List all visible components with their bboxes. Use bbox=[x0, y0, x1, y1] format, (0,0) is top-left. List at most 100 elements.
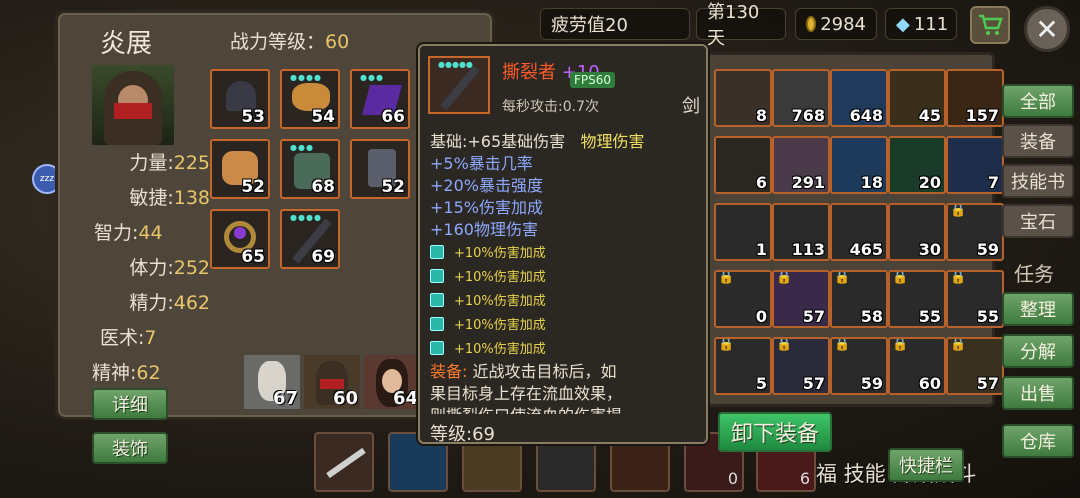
inventory-slot[interactable]: 157 bbox=[946, 69, 1004, 127]
diamond-icon: ◆ bbox=[896, 13, 910, 35]
inventory-slot[interactable]: 🔒 55 bbox=[946, 270, 1004, 328]
decompose-button[interactable]: 分解 bbox=[1002, 334, 1074, 368]
stat-medicine: 医术:7 bbox=[100, 327, 157, 349]
slot-count: 5 bbox=[755, 374, 767, 393]
party-member-2[interactable]: 60 bbox=[304, 355, 360, 409]
inventory-slot[interactable]: 🔒 58 bbox=[830, 270, 888, 328]
equip-slot-boots[interactable]: 52 bbox=[350, 139, 410, 199]
filter-gem-button[interactable]: 宝石 bbox=[1002, 204, 1074, 238]
slot-count: 30 bbox=[918, 240, 941, 259]
inventory-slot[interactable]: 18 bbox=[830, 136, 888, 194]
equip-effect-line-3: 则撕裂伤口使流血的伤害提 bbox=[430, 402, 622, 414]
inventory-slot[interactable]: 🔒 60 bbox=[888, 337, 946, 395]
lock-icon: 🔒 bbox=[892, 270, 909, 285]
inventory-slot[interactable]: 7 bbox=[946, 136, 1004, 194]
stat-spirit: 精神:62 bbox=[92, 362, 161, 384]
slot-count: 58 bbox=[860, 307, 883, 326]
unequip-button[interactable]: 卸下装备 bbox=[718, 412, 832, 452]
detail-button[interactable]: 详细 bbox=[92, 388, 168, 420]
equip-slot-cape[interactable]: ●●● 66 bbox=[350, 69, 410, 129]
stat-strength: 力量:225 bbox=[129, 152, 210, 174]
inventory-slot[interactable]: 648 bbox=[830, 69, 888, 127]
weapon-type: 剑 bbox=[682, 96, 700, 117]
inventory-slot[interactable]: 20 bbox=[888, 136, 946, 194]
gem-icon bbox=[430, 341, 444, 355]
slot-count: 59 bbox=[976, 240, 999, 259]
equip-slot-gloves[interactable]: 52 bbox=[210, 139, 270, 199]
gem-icon bbox=[430, 293, 444, 307]
stat-damage-bonus: +15%伤害加成 bbox=[430, 198, 543, 217]
stat-crit-strength: +20%暴击强度 bbox=[430, 176, 543, 195]
day-label: 第130天 bbox=[707, 2, 760, 49]
inventory-slot[interactable]: 🔒 57 bbox=[772, 270, 830, 328]
slot-count: 157 bbox=[965, 106, 999, 125]
item-tooltip: ●●●●● 撕裂者 +10 FPS60 每秒攻击:0.7次 剑 基础:+65基础… bbox=[418, 44, 708, 444]
inventory-slot[interactable]: 1 bbox=[714, 203, 772, 261]
equip-slot-armor[interactable]: ●●● 68 bbox=[280, 139, 340, 199]
attack-speed: 每秒攻击:0.7次 bbox=[502, 99, 599, 115]
slot-count: 57 bbox=[802, 374, 825, 393]
slot-count: 57 bbox=[976, 374, 999, 393]
diamond-display: ◆ 111 bbox=[885, 8, 957, 40]
party-member-3[interactable]: 64 bbox=[364, 355, 420, 409]
shop-cart-button[interactable] bbox=[970, 6, 1010, 44]
equip-slot-ring[interactable]: 65 bbox=[210, 209, 270, 269]
slot-count: 6 bbox=[755, 173, 767, 192]
inventory-slot[interactable]: 113 bbox=[772, 203, 830, 261]
lock-icon: 🔒 bbox=[776, 337, 793, 352]
fatigue-label: 疲劳值20 bbox=[551, 15, 628, 36]
lock-icon: 🔒 bbox=[776, 270, 793, 285]
gold-display: 2984 bbox=[795, 8, 877, 40]
slot-count: 18 bbox=[860, 173, 883, 192]
tooltip-item-icon: ●●●●● bbox=[428, 56, 490, 114]
inventory-slot[interactable]: 30 bbox=[888, 203, 946, 261]
stat-agility: 敏捷:138 bbox=[129, 187, 210, 209]
diamond-amount: 111 bbox=[913, 13, 949, 35]
gem-icon bbox=[430, 245, 444, 259]
slot-count: 1 bbox=[755, 240, 767, 259]
equip-slot-necklace[interactable]: ●●●● 54 bbox=[280, 69, 340, 129]
inventory-slot[interactable]: 🔒 5 bbox=[714, 337, 772, 395]
inventory-slot[interactable]: 🔒 55 bbox=[888, 270, 946, 328]
inventory-slot[interactable]: 465 bbox=[830, 203, 888, 261]
slot-count: 768 bbox=[791, 106, 825, 125]
gem-affix: +10%伤害加成 bbox=[430, 338, 546, 357]
equip-slot-weapon[interactable]: ●●●● 69 bbox=[280, 209, 340, 269]
base-damage: 基础:+65基础伤害 物理伤害 bbox=[430, 132, 645, 151]
warehouse-button[interactable]: 仓库 bbox=[1002, 424, 1074, 458]
filter-all-button[interactable]: 全部 bbox=[1002, 84, 1074, 118]
skill-slot-arrow[interactable] bbox=[314, 432, 374, 492]
lock-icon: 🔒 bbox=[950, 337, 967, 352]
inventory-slot[interactable]: 🔒 59 bbox=[946, 203, 1004, 261]
inventory-slot[interactable]: 291 bbox=[772, 136, 830, 194]
slot-count: 8 bbox=[755, 106, 767, 125]
inventory-slot[interactable]: 🔒 57 bbox=[946, 337, 1004, 395]
inventory-slot[interactable]: 6 bbox=[714, 136, 772, 194]
gem-affix: +10%伤害加成 bbox=[430, 242, 546, 261]
filter-skillbook-button[interactable]: 技能书 bbox=[1002, 164, 1074, 198]
lock-icon: 🔒 bbox=[834, 337, 851, 352]
sell-button[interactable]: 出售 bbox=[1002, 376, 1074, 410]
inventory-slot[interactable]: 🔒 0 bbox=[714, 270, 772, 328]
close-button[interactable]: ✕ bbox=[1024, 6, 1070, 52]
sort-button[interactable]: 整理 bbox=[1002, 292, 1074, 326]
inventory-slot[interactable]: 8 bbox=[714, 69, 772, 127]
slot-count: 0 bbox=[755, 307, 767, 326]
inventory-slot[interactable]: 45 bbox=[888, 69, 946, 127]
lock-icon: 🔒 bbox=[718, 337, 735, 352]
lock-icon: 🔒 bbox=[950, 270, 967, 285]
task-label[interactable]: 任务 bbox=[1014, 258, 1054, 287]
inventory-slot[interactable]: 768 bbox=[772, 69, 830, 127]
equip-slot-helmet[interactable]: 53 bbox=[210, 69, 270, 129]
decor-button[interactable]: 装饰 bbox=[92, 432, 168, 464]
slot-count: 45 bbox=[918, 106, 941, 125]
equip-effect-line-2: 果目标身上存在流血效果， bbox=[430, 384, 623, 403]
inventory-slot[interactable]: 🔒 59 bbox=[830, 337, 888, 395]
gold-coin-icon bbox=[806, 16, 817, 32]
party-member-1[interactable]: 67 bbox=[244, 355, 300, 409]
stat-stamina: 体力:252 bbox=[129, 257, 210, 279]
inventory-slot[interactable]: 🔒 57 bbox=[772, 337, 830, 395]
filter-equipment-button[interactable]: 装备 bbox=[1002, 124, 1074, 158]
hotbar-button[interactable]: 快捷栏 bbox=[888, 448, 964, 482]
fps-counter: FPS60 bbox=[570, 72, 616, 88]
